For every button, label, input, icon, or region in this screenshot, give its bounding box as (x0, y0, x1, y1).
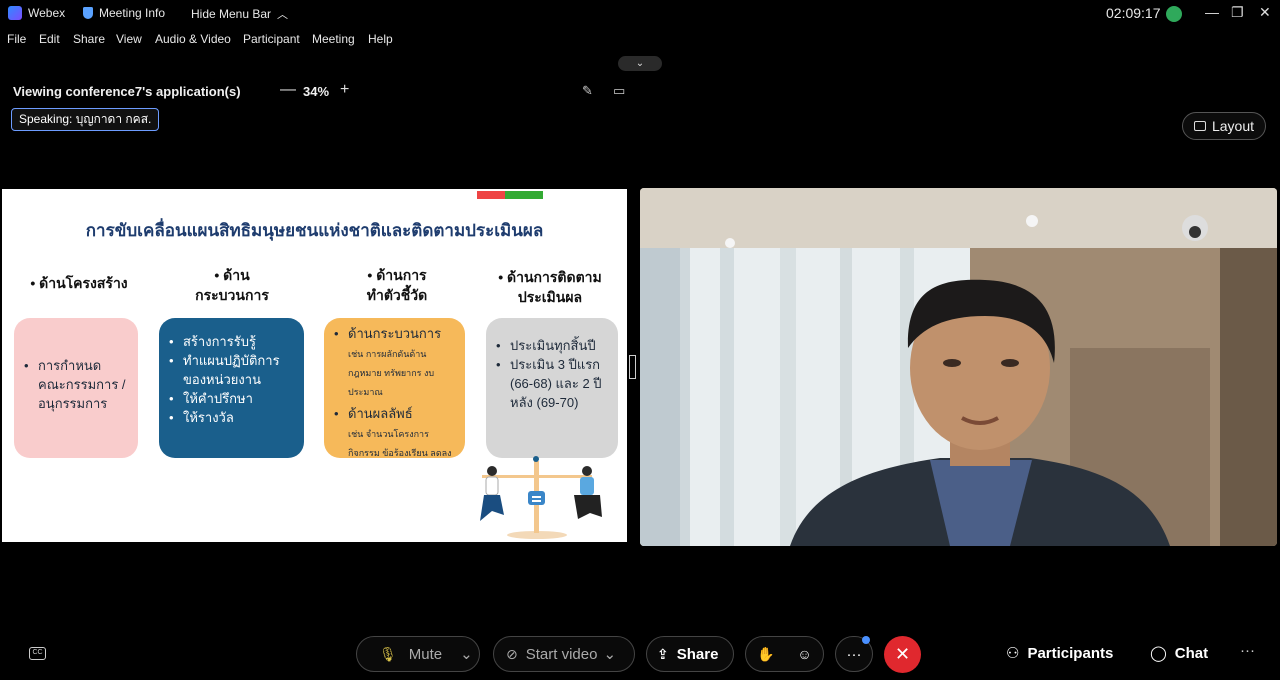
zoom-level: 34% (303, 84, 330, 99)
raise-hand-icon[interactable]: ✋ (757, 646, 774, 663)
shield-icon (83, 7, 93, 19)
overflow-menu-button[interactable]: ··· (1240, 642, 1255, 659)
list-item: ทำแผนปฏิบัติการของหน่วยงาน (169, 351, 294, 389)
microphone-icon: 🎙 (379, 645, 397, 662)
layout-icon (1193, 121, 1206, 131)
column-head-structure: • ด้านโครงสร้าง (30, 275, 128, 291)
list-item: ประเมิน 3 ปีแรก (66-68) และ 2 ปีหลัง (69… (496, 355, 608, 412)
chevron-down-icon[interactable]: ⌄ (603, 645, 616, 663)
menu-file[interactable]: File (7, 32, 26, 46)
notification-dot (862, 636, 870, 644)
column-head-process: • ด้าน กระบวนการ (195, 267, 269, 303)
menu-participant[interactable]: Participant (243, 32, 300, 46)
card-structure: การกำหนด คณะกรรมการ /อนุกรรมการ (14, 318, 138, 458)
menu-view[interactable]: View (116, 32, 142, 46)
captions-icon[interactable]: CC (29, 647, 46, 660)
menu-help[interactable]: Help (368, 32, 393, 46)
slide-flag-green (505, 191, 543, 199)
zoom-in-button[interactable]: + (340, 81, 349, 99)
screen-icon[interactable]: ▭ (613, 83, 629, 98)
slide-title: การขับเคลื่อนแผนสิทธิมนุษยชนแห่งชาติและต… (85, 221, 544, 240)
list-item: สร้างการรับรู้ (169, 332, 294, 351)
list-item: ให้คำปรึกษา (169, 389, 294, 408)
menu-audio-video[interactable]: Audio & Video (155, 32, 231, 46)
meeting-info-button[interactable]: Meeting Info (83, 6, 165, 20)
collapse-toolbar-button[interactable]: ⌄ (618, 56, 662, 71)
card-evaluation: ประเมินทุกสิ้นปี ประเมิน 3 ปีแรก (66-68)… (486, 318, 618, 458)
camera-off-icon: ⊘ (506, 645, 518, 662)
speaking-indicator: Speaking: บุญกาดา กคส. (11, 108, 160, 131)
reactions-group: ✋ ☺ (745, 636, 824, 672)
slide-flag-red (477, 191, 505, 199)
shared-content: การขับเคลื่อนแผนสิทธิมนุษยชนแห่งชาติและต… (2, 189, 627, 542)
column-head-evaluation: • ด้านการติดตาม ประเมินผล (498, 269, 602, 305)
balance-scale-illustration (480, 456, 602, 539)
viewing-label: Viewing conference7's application(s) (13, 84, 241, 99)
app-title: Webex (8, 6, 65, 20)
zoom-out-button[interactable]: — (280, 81, 296, 99)
end-call-icon: ✕ (894, 644, 911, 664)
minimize-button[interactable]: — (1205, 4, 1219, 20)
reactions-icon[interactable]: ☺ (797, 646, 811, 662)
meeting-controls: CC 🎙 Mute ⌄ ⊘ Start video ⌄ ⇪ Share ✋ ☺ … (0, 628, 1280, 680)
share-icon: ⇪ (657, 645, 669, 662)
column-head-indicators: • ด้านการ ทำตัวชี้วัด (366, 267, 428, 303)
meeting-timer: 02:09:17 (1106, 5, 1161, 21)
webex-logo-icon (8, 6, 22, 20)
participant-video (640, 188, 1277, 546)
menu-meeting[interactable]: Meeting (312, 32, 355, 46)
participants-button[interactable]: ⚇ Participants (1006, 644, 1113, 663)
chat-button[interactable]: ◯ Chat (1150, 644, 1208, 663)
hide-menu-bar-button[interactable]: Hide Menu Bar ︿ (191, 6, 288, 22)
list-item: ด้านผลลัพธ์ เช่น จำนวนโครงการ กิจกรรม ข้… (334, 404, 455, 461)
list-item: การกำหนด คณะกรรมการ /อนุกรรมการ (24, 356, 128, 413)
layout-button[interactable]: Layout (1182, 112, 1266, 140)
card-indicators: ด้านกระบวนการ เช่น การผลักดันด้านกฎหมาย … (324, 318, 465, 458)
close-button[interactable]: ✕ (1259, 4, 1271, 21)
participants-icon: ⚇ (1006, 645, 1020, 662)
start-video-button[interactable]: ⊘ Start video ⌄ (493, 636, 635, 672)
split-handle[interactable] (629, 355, 636, 379)
list-item: ด้านกระบวนการ เช่น การผลักดันด้านกฎหมาย … (334, 324, 455, 400)
annotate-icon[interactable]: ✎ (582, 83, 598, 98)
video-frame (640, 188, 1277, 546)
menu-share[interactable]: Share (73, 32, 105, 46)
title-bar: Webex Meeting Info Hide Menu Bar ︿ 02:09… (0, 0, 1280, 28)
chat-icon: ◯ (1150, 645, 1167, 662)
menu-edit[interactable]: Edit (39, 32, 60, 46)
mute-button[interactable]: 🎙 Mute ⌄ (356, 636, 480, 672)
list-item: ให้รางวัล (169, 408, 294, 427)
card-process: สร้างการรับรู้ ทำแผนปฏิบัติการของหน่วยงา… (159, 318, 304, 458)
list-item: ประเมินทุกสิ้นปี (496, 336, 608, 355)
chevron-up-icon: ︿ (277, 9, 289, 21)
end-call-button[interactable]: ✕ (884, 636, 921, 673)
signal-icon[interactable] (1166, 6, 1182, 22)
chevron-down-icon[interactable]: ⌄ (460, 645, 473, 663)
share-button[interactable]: ⇪ Share (646, 636, 734, 672)
restore-button[interactable]: ❐ (1231, 4, 1244, 21)
